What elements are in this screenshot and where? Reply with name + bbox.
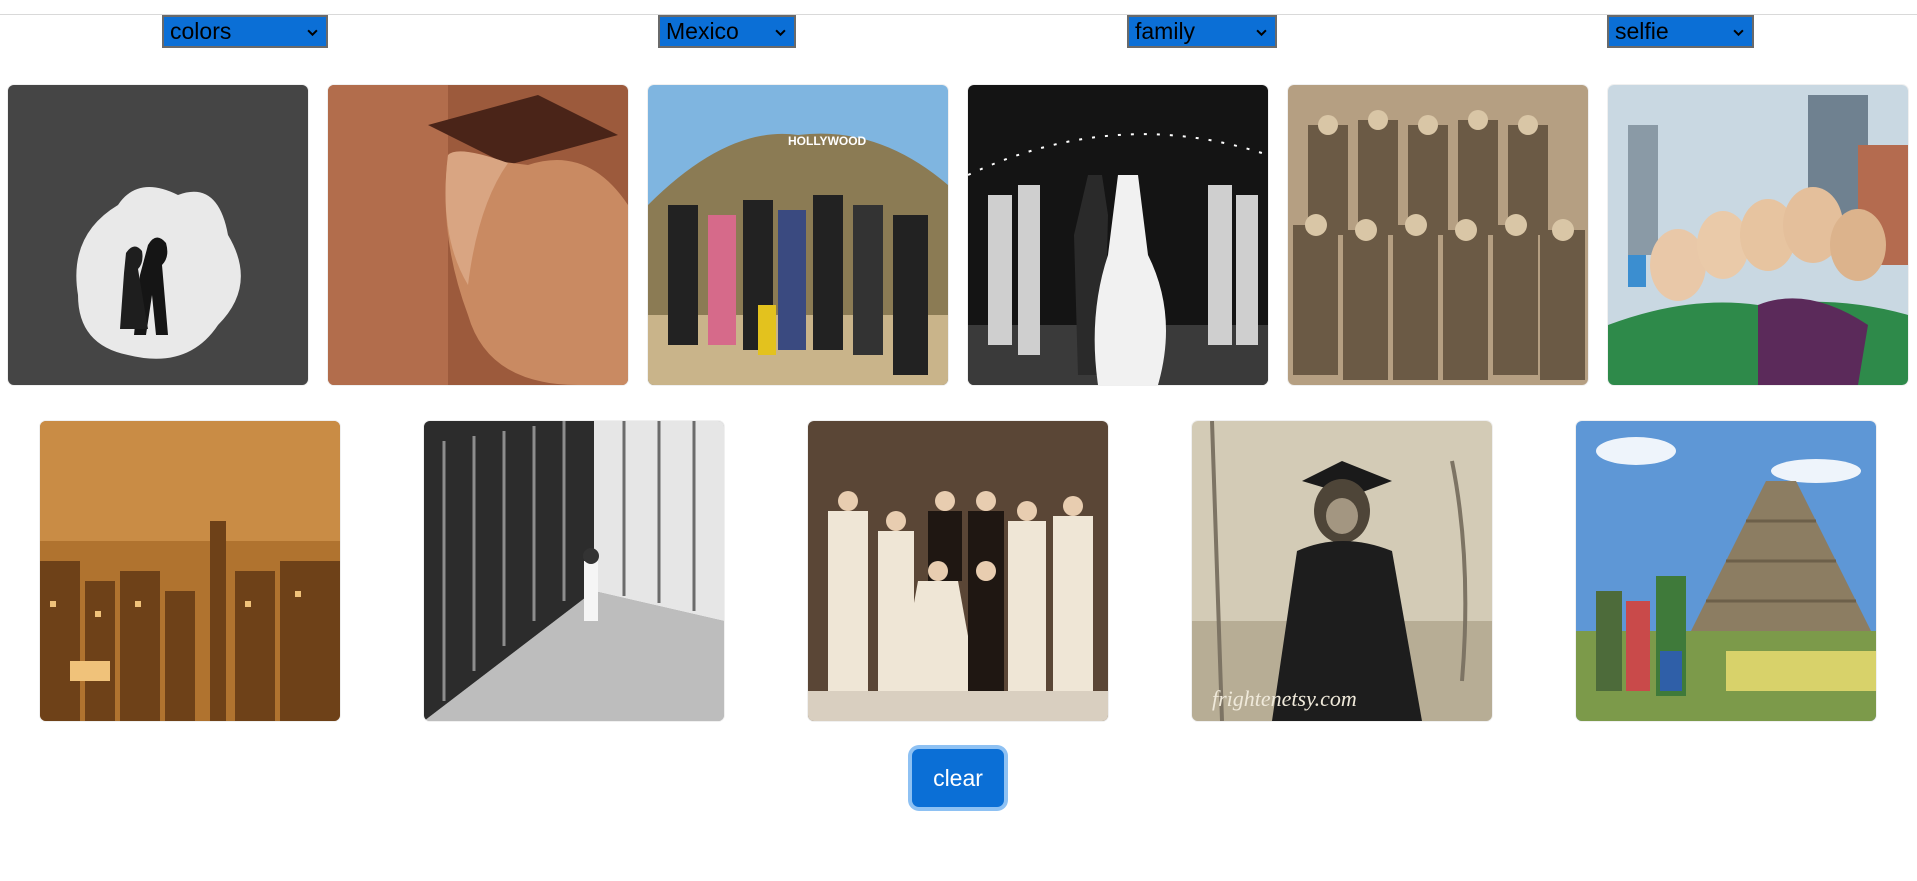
photo-vintage-wedding bbox=[808, 421, 1108, 721]
photo-wedding-sparklers bbox=[968, 85, 1268, 385]
image-friends-selfie[interactable] bbox=[1608, 85, 1908, 385]
chevron-down-icon bbox=[775, 29, 786, 37]
photo-graduate-sepia bbox=[328, 85, 628, 385]
image-couple-silhouette[interactable] bbox=[8, 85, 308, 385]
dropdown-people[interactable]: family bbox=[1127, 15, 1277, 48]
photo-city-sepia bbox=[40, 421, 340, 721]
dropdown-people-value: family bbox=[1135, 18, 1196, 44]
dropdown-colors-value: colors bbox=[170, 18, 232, 44]
image-sloth-graduate[interactable]: frightenetsy.com bbox=[1192, 421, 1492, 721]
photo-corridor-bw bbox=[424, 421, 724, 721]
photo-family-hollywood: HOLLYWOOD bbox=[648, 85, 948, 385]
image-vintage-graduates[interactable] bbox=[1288, 85, 1588, 385]
photo-friends-selfie bbox=[1608, 85, 1908, 385]
image-family-hollywood[interactable]: HOLLYWOOD bbox=[648, 85, 948, 385]
image-city-sepia[interactable] bbox=[40, 421, 340, 721]
chevron-down-icon bbox=[1733, 29, 1744, 37]
photo-pyramid-family bbox=[1576, 421, 1876, 721]
photo-couple-silhouette bbox=[8, 85, 308, 385]
dropdown-colors[interactable]: colors bbox=[162, 15, 328, 48]
dropdown-location-value: Mexico bbox=[666, 18, 739, 44]
image-vintage-wedding[interactable] bbox=[808, 421, 1108, 721]
dropdown-location[interactable]: Mexico bbox=[658, 15, 796, 48]
dropdown-style-value: selfie bbox=[1615, 18, 1669, 44]
photo-vintage-graduates bbox=[1288, 85, 1588, 385]
clear-button[interactable]: clear bbox=[912, 749, 1004, 807]
chevron-down-icon bbox=[307, 29, 318, 37]
photo-sloth-graduate: frightenetsy.com bbox=[1192, 421, 1492, 721]
image-corridor-bw[interactable] bbox=[424, 421, 724, 721]
image-wedding-sparklers[interactable] bbox=[968, 85, 1268, 385]
dropdown-style[interactable]: selfie bbox=[1607, 15, 1754, 48]
image-graduate-sepia[interactable] bbox=[328, 85, 628, 385]
svg-text:HOLLYWOOD: HOLLYWOOD bbox=[788, 134, 867, 148]
watermark-text: frightenetsy.com bbox=[1212, 686, 1357, 711]
image-pyramid-family[interactable] bbox=[1576, 421, 1876, 721]
chevron-down-icon bbox=[1256, 29, 1267, 37]
